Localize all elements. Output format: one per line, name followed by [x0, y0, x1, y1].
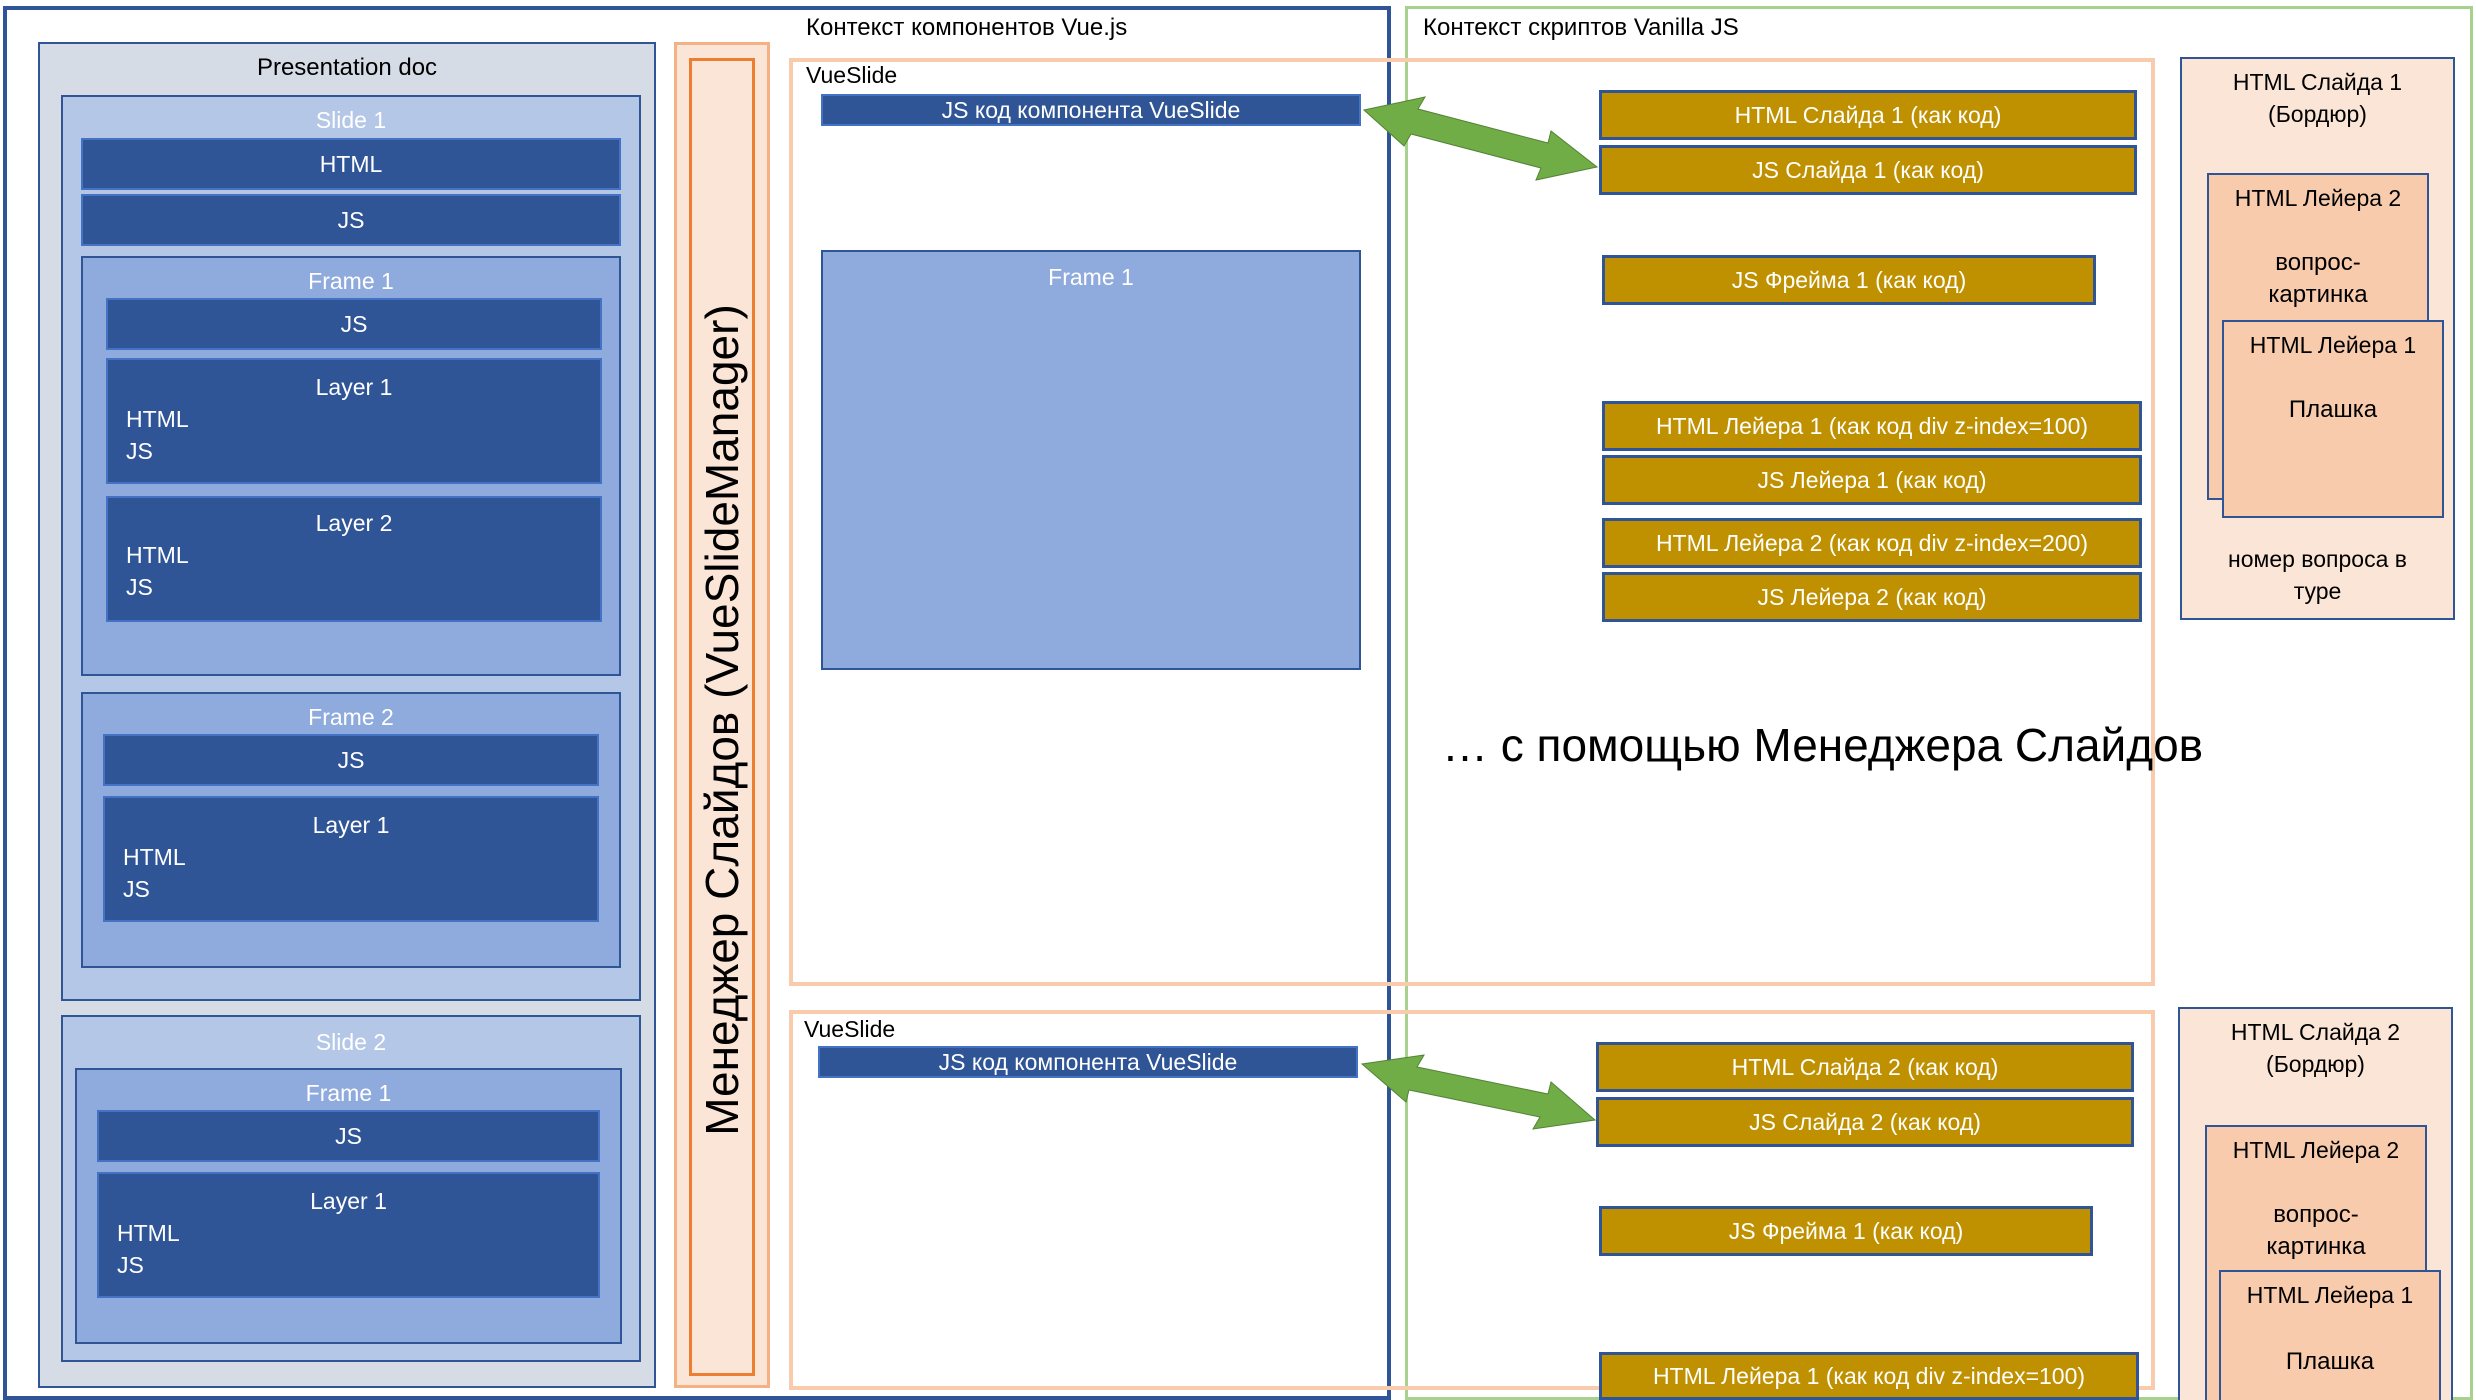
- arrow-vueslide-1-to-vanilla-1: [1362, 96, 1599, 181]
- arrow-vueslide-2-to-vanilla-2: [1360, 1054, 1597, 1130]
- connection-arrows: [1360, 96, 1599, 1130]
